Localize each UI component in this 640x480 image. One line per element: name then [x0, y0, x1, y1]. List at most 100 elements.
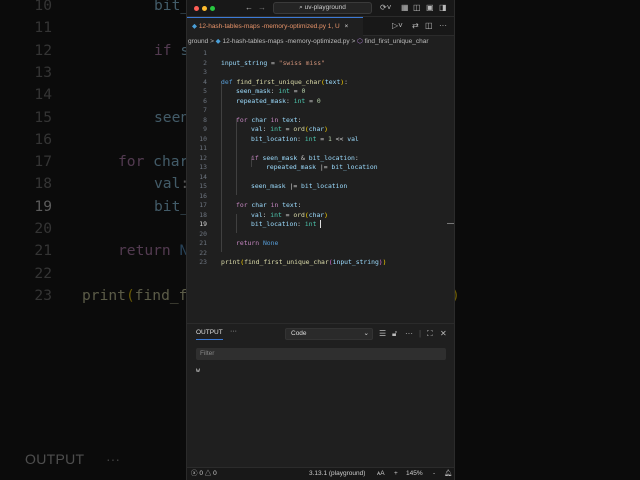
- zoom-in-button[interactable]: +: [394, 468, 398, 480]
- line-number: 18: [34, 175, 52, 193]
- code-token: =: [289, 87, 302, 95]
- code-text: input_string = "swiss miss": [221, 59, 325, 69]
- code-token: =: [281, 210, 294, 219]
- tab-close-icon[interactable]: ×: [345, 23, 349, 30]
- code-token: char: [153, 153, 189, 171]
- code-token: char: [251, 115, 267, 124]
- split-editor-icon[interactable]: ◫: [425, 21, 433, 31]
- search-label: uv-playground: [304, 4, 346, 11]
- code-line: 12 if seen_mask & bit_location:: [187, 154, 454, 164]
- clear-output-icon[interactable]: ☰: [379, 329, 386, 339]
- toggle-secondary-sidebar-icon[interactable]: ◨: [439, 3, 447, 13]
- python-interpreter[interactable]: 3.13.1 (playground): [309, 468, 365, 480]
- line-number: 21: [34, 242, 52, 260]
- breadcrumb-folder[interactable]: ground: [188, 38, 208, 45]
- code-token: text: [324, 77, 341, 86]
- line-number: 4: [203, 77, 207, 86]
- copilot-icon[interactable]: ⟳˅: [380, 3, 391, 13]
- line-number: 18: [199, 210, 207, 219]
- code-token: val: [347, 134, 359, 143]
- code-token: bit_location: [331, 163, 378, 171]
- breadcrumb-separator: >: [210, 38, 214, 45]
- font-size-icon[interactable]: ᴀA: [377, 468, 385, 480]
- unlock-scroll-icon[interactable]: 🔓︎: [392, 329, 397, 339]
- back-arrow-icon[interactable]: ←: [245, 3, 253, 13]
- code-token: :: [344, 77, 349, 86]
- line-number: 14: [199, 172, 207, 181]
- code-token: None: [262, 239, 279, 247]
- code-token: "swiss miss": [278, 58, 325, 67]
- code-token: <<: [331, 134, 348, 143]
- code-token: for: [236, 115, 252, 124]
- maximize-window-button[interactable]: [210, 6, 215, 11]
- code-token: in: [266, 115, 283, 124]
- code-token: char: [251, 201, 267, 209]
- line-number: 23: [199, 258, 207, 266]
- close-window-button[interactable]: [194, 6, 199, 11]
- line-number: 19: [34, 197, 52, 215]
- minimize-window-button[interactable]: [202, 6, 207, 11]
- errors-indicator[interactable]: ⓧ 0 △ 0: [191, 468, 217, 480]
- code-text: def find_first_unique_char(text):: [221, 78, 348, 88]
- tab-output[interactable]: OUTPUT: [196, 329, 223, 340]
- toggle-sidebar-icon[interactable]: ◫: [413, 3, 421, 13]
- maximize-panel-icon[interactable]: ⛶: [427, 329, 433, 339]
- code-token: text: [282, 201, 298, 209]
- vscode-window: ← → ⌕ uv-playground ⟳˅ ▦ ◫ ▣ ◨ ◆ 12-hash…: [186, 0, 455, 480]
- code-token: :: [297, 115, 302, 124]
- code-line: 8 for char in text:: [187, 116, 454, 126]
- more-actions-icon[interactable]: ···: [439, 21, 447, 31]
- code-line: 7: [187, 106, 454, 116]
- code-line: 20: [187, 230, 454, 240]
- close-panel-icon[interactable]: ✕: [440, 329, 447, 339]
- line-number: 1: [203, 49, 207, 57]
- code-token: :: [297, 220, 305, 228]
- customize-layout-icon[interactable]: ▦: [401, 3, 409, 13]
- toggle-panel-icon[interactable]: ▣: [426, 3, 434, 13]
- output-panel: OUTPUT ··· Code ⌄ ☰ 🔓︎ ··· | ⛶ ✕ Filter w: [187, 323, 454, 467]
- filter-input[interactable]: Filter: [196, 348, 446, 360]
- line-number: 16: [199, 191, 207, 200]
- code-token: =: [305, 96, 317, 105]
- code-editor[interactable]: 1 2 input_string = "swiss miss" 3 4 def find_…: [187, 48, 454, 323]
- code-line: 22: [187, 249, 454, 259]
- code-token: 0: [316, 96, 321, 105]
- code-text: val: int = ord(char): [251, 211, 328, 221]
- tab-active-file[interactable]: ◆ 12-hash-tables-maps -memory-optimized.…: [187, 17, 363, 36]
- command-center-search[interactable]: ⌕ uv-playground: [273, 2, 372, 14]
- code-text: repeated_mask: int = 0: [236, 97, 321, 107]
- line-number: 7: [203, 106, 207, 114]
- code-token: find_first_unique_char: [244, 258, 329, 266]
- more-actions-icon[interactable]: ···: [405, 329, 413, 339]
- code-token: print: [82, 286, 126, 304]
- compare-changes-icon[interactable]: ⇄: [412, 21, 419, 31]
- breadcrumb-symbol[interactable]: find_first_unique_char: [365, 38, 429, 45]
- zoom-out-button[interactable]: -: [433, 468, 435, 480]
- tab-problem-badge: 1, U: [327, 23, 340, 30]
- line-number: 3: [203, 68, 207, 76]
- code-token: bit_location: [301, 182, 348, 190]
- warning-count: 0: [213, 470, 217, 477]
- python-file-icon: ◆: [215, 38, 221, 45]
- line-number: 8: [203, 115, 207, 124]
- line-number: 19: [199, 220, 207, 228]
- chevron-down-icon: ⌄: [363, 330, 369, 337]
- code-line: 18 val: int = ord(char): [187, 211, 454, 221]
- code-token: int: [270, 125, 282, 133]
- code-text: print(find_first_unique_char(input_strin…: [221, 258, 387, 268]
- run-python-icon[interactable]: ▷˅: [392, 21, 403, 31]
- notifications-bell-icon[interactable]: 🔔︎: [444, 468, 452, 480]
- line-number: 20: [34, 220, 52, 237]
- code-text: seen_mask: int = 0: [236, 87, 305, 97]
- code-token: ord: [293, 210, 305, 219]
- panel-more-icon[interactable]: ···: [230, 328, 237, 335]
- line-number: 17: [199, 201, 207, 209]
- code-token: :: [297, 201, 302, 209]
- breadcrumb-file[interactable]: 12-hash-tables-maps -memory-optimized.py: [222, 38, 349, 45]
- code-token: 0: [301, 87, 306, 95]
- breadcrumb: ground > ◆ 12-hash-tables-maps -memory-o…: [187, 36, 454, 48]
- output-channel-select[interactable]: Code ⌄: [285, 328, 373, 340]
- forward-arrow-icon[interactable]: →: [258, 3, 266, 13]
- code-token: val: [251, 125, 263, 133]
- code-text: return None: [236, 239, 278, 249]
